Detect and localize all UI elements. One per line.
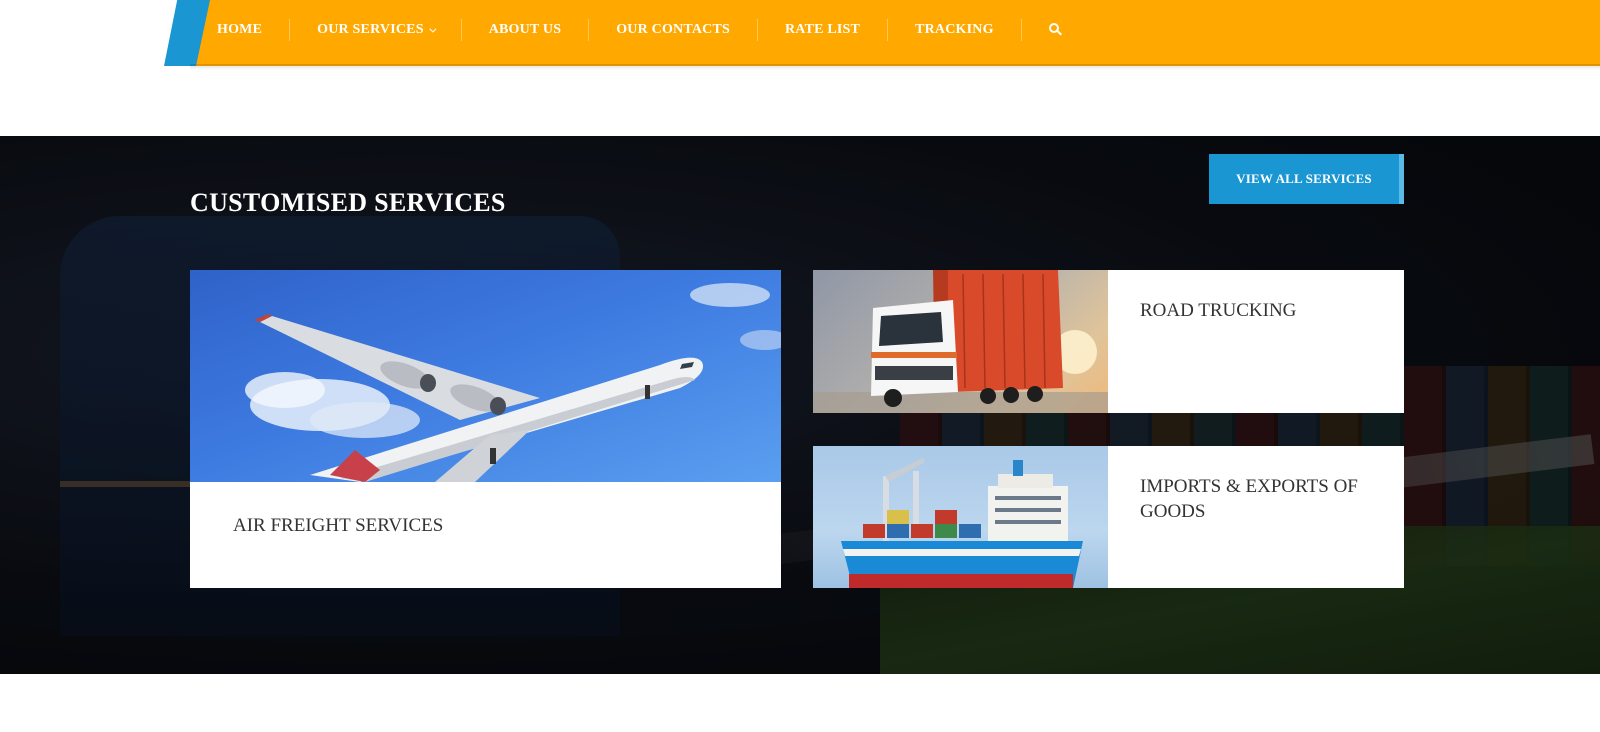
nav-home[interactable]: HOME [190,19,291,41]
nav-our-contacts-label: OUR CONTACTS [616,22,730,37]
service-card-imports-exports[interactable]: IMPORTS & EXPORTS OF GOODS [813,446,1404,588]
view-all-services-button[interactable]: VIEW ALL SERVICES [1209,154,1404,204]
search-button[interactable] [1022,19,1090,41]
section-title: CUSTOMISED SERVICES [190,188,506,217]
nav-about-us-label: ABOUT US [488,22,562,37]
service-card-label: ROAD TRUCKING [1140,300,1297,321]
truck-image [813,270,1108,413]
nav-our-services[interactable]: OUR SERVICES [290,19,462,41]
cargo-ship-image [813,446,1108,588]
chevron-down-icon [429,25,437,33]
nav-shadow [190,64,1600,70]
customised-services-section: CUSTOMISED SERVICES VIEW ALL SERVICES AI… [0,136,1600,674]
top-navigation: HOME OUR SERVICES ABOUT US OUR CONTACTS … [0,0,1600,70]
nav-tracking-label: TRACKING [915,22,994,37]
nav-our-contacts[interactable]: OUR CONTACTS [589,19,758,41]
nav-rate-list-label: RATE LIST [784,22,861,37]
search-icon [1048,23,1063,37]
main-menu: HOME OUR SERVICES ABOUT US OUR CONTACTS … [190,0,1090,60]
service-card-air-freight[interactable]: AIR FREIGHT SERVICES [190,270,781,588]
service-card-label: AIR FREIGHT SERVICES [233,515,444,536]
service-card-road-trucking[interactable]: ROAD TRUCKING [813,270,1404,413]
nav-our-services-label: OUR SERVICES [317,22,424,37]
airplane-image [190,270,781,482]
nav-rate-list[interactable]: RATE LIST [758,19,889,41]
nav-tracking[interactable]: TRACKING [888,19,1022,41]
service-card-label: IMPORTS & EXPORTS OF GOODS [1140,476,1358,522]
nav-about-us[interactable]: ABOUT US [462,19,590,41]
nav-home-label: HOME [217,22,263,37]
